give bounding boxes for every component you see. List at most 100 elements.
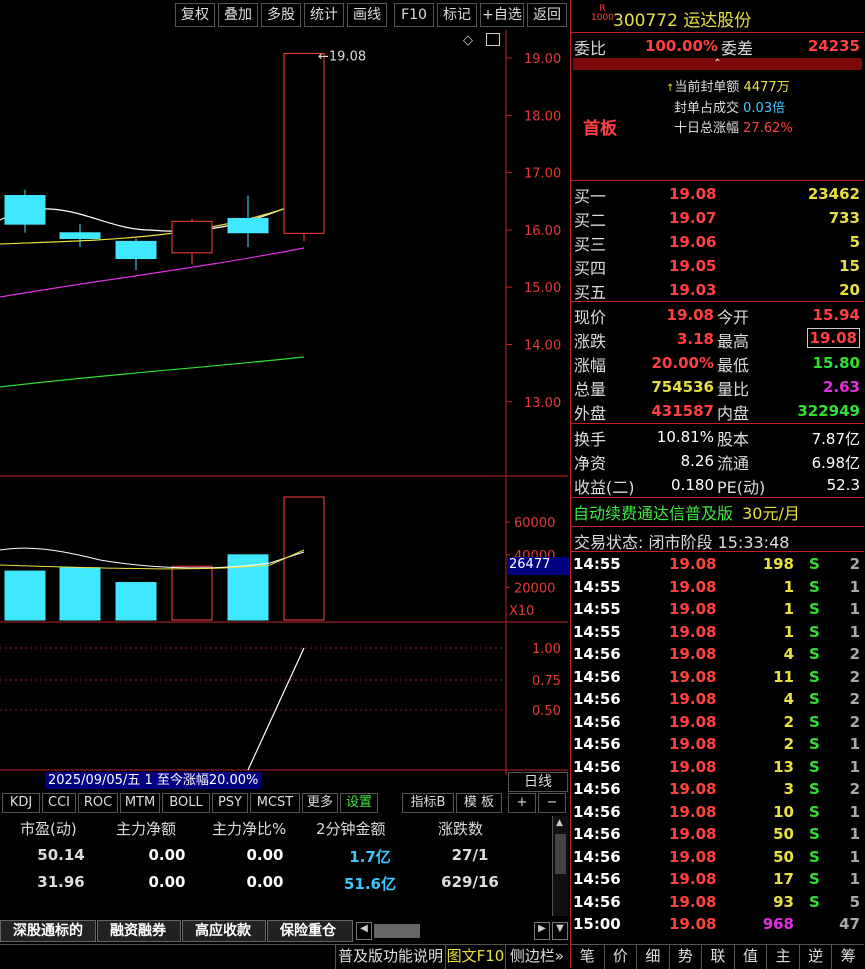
quote-label: 涨跌 xyxy=(574,332,607,351)
first-board-tag: 首板 xyxy=(583,119,617,139)
mark-button[interactable]: 标记 xyxy=(437,3,477,27)
tab-roc[interactable]: ROC xyxy=(78,793,118,813)
multi-stock-button[interactable]: 多股 xyxy=(261,3,301,27)
f10-button[interactable]: F10 xyxy=(394,3,434,27)
right-tab[interactable]: 逆 xyxy=(798,945,832,969)
price-label: 18.00 xyxy=(524,109,561,124)
quote-label: 最高 xyxy=(717,332,750,351)
scroll-down-icon[interactable]: ▼ xyxy=(552,922,568,940)
bid-row[interactable]: 买二 19.07 733 xyxy=(571,207,864,231)
tick-row: 14:56 19.08 10 S 1 xyxy=(571,801,864,824)
price-label: 13.00 xyxy=(524,396,561,411)
collapse-chevron-icon[interactable]: ⌃ xyxy=(573,58,862,70)
fund-value: 8.26 xyxy=(680,452,714,470)
fund-value: 6.98亿 xyxy=(811,454,860,472)
weibi-row: 委比 100.00% 委差 24235 xyxy=(571,35,864,59)
tab-shenzhen-connect[interactable]: 深股通标的 xyxy=(0,920,96,942)
bid-volume: 733 xyxy=(828,209,860,227)
bid-price: 19.03 xyxy=(669,281,717,299)
volume-unit-label: X10 xyxy=(509,604,535,619)
add-favorite-button[interactable]: +自选 xyxy=(480,3,524,27)
candle-down xyxy=(227,217,269,234)
tick-count: 1 xyxy=(849,802,860,821)
bid-row[interactable]: 买四 19.05 15 xyxy=(571,255,864,279)
tab-kdj[interactable]: KDJ xyxy=(2,793,40,813)
tab-remove[interactable]: − xyxy=(538,793,566,813)
table-cell: 0.00 xyxy=(148,846,186,864)
tab-psy[interactable]: PSY xyxy=(212,793,248,813)
right-tab[interactable]: 筹 xyxy=(831,945,864,969)
right-panel-tabs: 笔价细势联值主逆筹 xyxy=(571,944,864,969)
tick-volume: 2 xyxy=(783,735,794,753)
trade-status: 交易状态: 闭市阶段 15:33:48 xyxy=(574,533,790,552)
fund-value: 52.3 xyxy=(826,476,860,494)
quote-value: 322949 xyxy=(797,402,860,420)
tab-template[interactable]: 模 板 xyxy=(456,793,502,813)
tab-high-receivables[interactable]: 高应收款 xyxy=(182,920,266,942)
tab-more[interactable]: 更多 xyxy=(302,793,338,813)
right-tab[interactable]: 笔 xyxy=(571,945,604,969)
table-scrollbar[interactable]: ▲ xyxy=(552,816,568,916)
tick-price: 19.08 xyxy=(669,825,717,843)
tab-margin-trading[interactable]: 融资融券 xyxy=(97,920,181,942)
quote-label: 涨幅 xyxy=(574,356,607,375)
tick-row: 14:56 19.08 50 S 1 xyxy=(571,846,864,869)
right-tab[interactable]: 主 xyxy=(766,945,799,969)
tick-price: 19.08 xyxy=(669,847,717,866)
tab-insurance-holdings[interactable]: 保险重仓 xyxy=(267,920,353,942)
tab-add[interactable]: + xyxy=(508,793,536,813)
tick-count: 2 xyxy=(849,645,860,663)
sidebar-toggle[interactable]: 侧边栏» xyxy=(505,945,568,969)
period-button[interactable]: 日线 xyxy=(508,772,568,792)
bid-price: 19.05 xyxy=(669,257,717,275)
right-tab[interactable]: 细 xyxy=(636,945,669,969)
right-tab[interactable]: 值 xyxy=(733,945,767,969)
draw-line-button[interactable]: 画线 xyxy=(347,3,387,27)
tick-time: 14:55 xyxy=(573,555,621,573)
right-tab[interactable]: 联 xyxy=(701,945,734,969)
promo-banner[interactable]: 自动续费通达信普及版 30元/月 xyxy=(573,500,800,524)
candle-up xyxy=(171,220,213,254)
tick-volume: 11 xyxy=(773,667,794,686)
tab-indicator-b[interactable]: 指标B xyxy=(402,793,454,813)
diamond-icon[interactable]: ◇ xyxy=(463,33,473,48)
scroll-left-icon[interactable]: ◀ xyxy=(356,922,372,940)
scroll-up-icon[interactable]: ▲ xyxy=(556,818,563,828)
tick-volume: 10 xyxy=(773,802,794,821)
back-button[interactable]: 返回 xyxy=(527,3,567,27)
tab-scroll-thumb[interactable] xyxy=(374,924,420,938)
table-cell: 1.7亿 xyxy=(349,848,391,866)
right-tab[interactable]: 势 xyxy=(668,945,702,969)
volume-bar-up xyxy=(171,565,213,621)
tick-row: 14:55 19.08 1 S 1 xyxy=(571,621,864,644)
bid-row[interactable]: 买一 19.08 23462 xyxy=(571,183,864,207)
tick-time: 14:56 xyxy=(573,712,621,731)
right-tab[interactable]: 价 xyxy=(603,945,637,969)
scroll-right-icon[interactable]: ▶ xyxy=(534,922,550,940)
bid-row[interactable]: 买三 19.06 5 xyxy=(571,231,864,255)
tick-row: 14:56 19.08 4 S 2 xyxy=(571,643,864,666)
bid-row[interactable]: 买五 19.03 20 xyxy=(571,279,864,303)
volume-current-value: 26477 xyxy=(507,557,569,575)
fuquan-button[interactable]: 复权 xyxy=(175,3,215,27)
tick-price: 19.08 xyxy=(669,577,717,596)
tab-boll[interactable]: BOLL xyxy=(162,793,210,813)
tab-cci[interactable]: CCI xyxy=(42,793,76,813)
seal-label: 当前封单额 xyxy=(674,80,740,95)
f10-link[interactable]: 图文F10 xyxy=(445,945,505,969)
fund-label: 净资 xyxy=(574,454,607,473)
candle-down xyxy=(115,240,157,260)
kline-chart[interactable]: 19.00 18.00 17.00 16.00 15.00 14.00 13.00 60000… xyxy=(0,30,568,775)
feature-guide-link[interactable]: 普及版功能说明 xyxy=(335,945,445,969)
tab-mcst[interactable]: MCST xyxy=(250,793,300,813)
window-toggle-icon[interactable] xyxy=(486,33,500,46)
table-header: 2分钟金额 xyxy=(316,820,386,838)
tab-mtm[interactable]: MTM xyxy=(120,793,160,813)
tick-volume: 17 xyxy=(773,870,794,888)
tick-row: 14:56 19.08 4 S 2 xyxy=(571,688,864,711)
scroll-thumb[interactable] xyxy=(555,834,566,874)
statistics-button[interactable]: 统计 xyxy=(304,3,344,27)
overlay-button[interactable]: 叠加 xyxy=(218,3,258,27)
volume-label: 60000 xyxy=(514,516,555,531)
tab-settings[interactable]: 设置 xyxy=(340,793,378,813)
